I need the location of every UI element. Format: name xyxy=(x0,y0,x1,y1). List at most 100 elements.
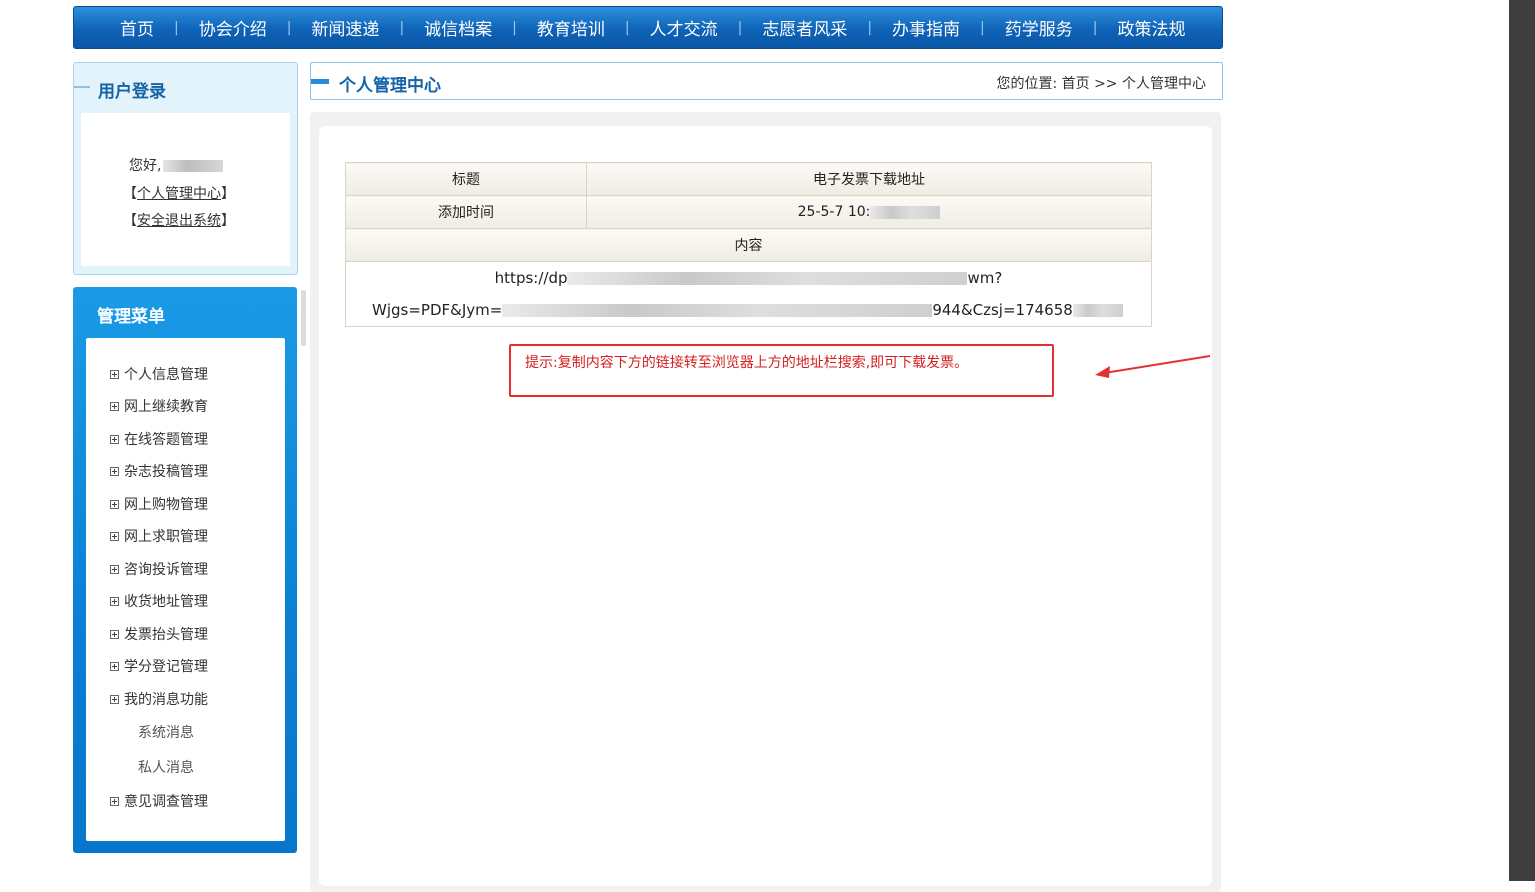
expand-plus-icon xyxy=(110,531,119,541)
content-line-1: https://dp wm? xyxy=(346,262,1151,294)
annotation-arrow-icon xyxy=(1095,355,1211,378)
breadcrumb: 您的位置: 首页 >> 个人管理中心 xyxy=(996,73,1206,93)
content-link-cell[interactable]: https://dp wm? Wjgs=PDF&Jym= 944&Czsj=1746… xyxy=(345,261,1152,327)
menu-item-label: 网上继续教育 xyxy=(124,399,208,415)
menu-item-consult[interactable]: 咨询投诉管理 xyxy=(110,559,208,579)
menu-item-address[interactable]: 收货地址管理 xyxy=(110,591,208,611)
table-row: 添加时间 25-5-7 10: xyxy=(345,195,1152,229)
bracket-open: 【 xyxy=(123,213,137,229)
time-label: 添加时间 xyxy=(345,195,587,229)
nav-link[interactable]: 办事指南 xyxy=(872,15,980,40)
blurred-link-part xyxy=(1072,304,1123,317)
expand-plus-icon xyxy=(110,369,119,379)
menu-item-label: 网上求职管理 xyxy=(124,529,208,545)
time-value-cell: 25-5-7 10: xyxy=(586,195,1152,229)
table-row: 内容 xyxy=(345,228,1152,262)
nav-link[interactable]: 协会介绍 xyxy=(179,15,287,40)
sub-item-private-messages[interactable]: 私人消息 xyxy=(138,757,194,777)
title-label: 标题 xyxy=(345,162,587,196)
window-edge-strip xyxy=(1509,0,1535,881)
nav-link[interactable]: 诚信档案 xyxy=(404,15,512,40)
blurred-link-part xyxy=(502,304,933,317)
nav-link[interactable]: 志愿者风采 xyxy=(742,15,867,40)
breadcrumb-prefix: 您的位置: xyxy=(996,76,1058,92)
scrollbar[interactable] xyxy=(301,290,306,346)
menu-item-label: 学分登记管理 xyxy=(124,659,208,675)
breadcrumb-separator: >> xyxy=(1094,76,1118,92)
expand-plus-icon xyxy=(110,564,119,574)
nav-link[interactable]: 新闻速递 xyxy=(291,15,399,40)
top-nav: 首页 | 协会介绍 | 新闻速递 | 诚信档案 | 教育培训 | 人才交流 | 志愿者风采 |… xyxy=(73,6,1223,49)
menu-item-magazine[interactable]: 杂志投稿管理 xyxy=(110,461,208,481)
nav-item-news: 新闻速递 | xyxy=(291,7,404,48)
logout-link[interactable]: 安全退出系统 xyxy=(137,213,221,229)
blurred-username xyxy=(163,160,224,172)
menu-item-label: 咨询投诉管理 xyxy=(124,562,208,578)
table-row: 标题 电子发票下载地址 xyxy=(345,162,1152,196)
expand-plus-icon xyxy=(110,466,119,476)
nav-link[interactable]: 药学服务 xyxy=(985,15,1093,40)
menu-item-survey[interactable]: 意见调查管理 xyxy=(110,791,208,811)
bracket-open: 【 xyxy=(123,186,137,202)
expand-plus-icon xyxy=(110,694,119,704)
nav-item-pharmacy: 药学服务 | xyxy=(985,7,1098,48)
menu-inner: 个人信息管理 网上继续教育 在线答题管理 杂志投稿管理 网上购物管理 网上求职管… xyxy=(86,338,285,841)
expand-plus-icon xyxy=(110,629,119,639)
management-menu: 管理菜单 个人信息管理 网上继续教育 在线答题管理 杂志投稿管理 网上购物管理 … xyxy=(73,287,297,853)
menu-item-personal-info[interactable]: 个人信息管理 xyxy=(110,364,208,384)
bracket-close: 】 xyxy=(221,213,235,229)
login-panel: 用户登录 您好, 【个人管理中心】 【安全退出系统】 xyxy=(73,62,298,275)
menu-item-label: 收货地址管理 xyxy=(124,594,208,610)
nav-link[interactable]: 首页 xyxy=(74,15,174,40)
hint-text: 提示:复制内容下方的链接转至浏览器上方的地址栏搜索,即可下载发票。 xyxy=(525,355,969,371)
menu-item-job[interactable]: 网上求职管理 xyxy=(110,526,208,546)
nav-link[interactable]: 政策法规 xyxy=(1097,15,1205,40)
content-header: 个人管理中心 您的位置: 首页 >> 个人管理中心 xyxy=(310,62,1223,100)
nav-link[interactable]: 教育培训 xyxy=(517,15,625,40)
personal-center-link-wrap: 【个人管理中心】 xyxy=(123,183,235,203)
nav-item-about: 协会介绍 | xyxy=(179,7,292,48)
greeting-text: 您好, xyxy=(129,158,162,174)
menu-title: 管理菜单 xyxy=(97,307,165,327)
header-mark xyxy=(311,79,329,84)
nav-item-talent: 人才交流 | xyxy=(630,7,743,48)
menu-item-credits[interactable]: 学分登记管理 xyxy=(110,656,208,676)
expand-plus-icon xyxy=(110,401,119,411)
menu-item-messages[interactable]: 我的消息功能 xyxy=(110,689,208,709)
expand-plus-icon xyxy=(110,596,119,606)
title-mark xyxy=(74,86,90,88)
personal-center-link[interactable]: 个人管理中心 xyxy=(137,186,221,202)
menu-item-label: 我的消息功能 xyxy=(124,692,208,708)
blurred-time xyxy=(870,205,941,219)
sub-item-system-messages[interactable]: 系统消息 xyxy=(138,722,194,742)
content-line-2-mid: 944&Czsj=174658 xyxy=(932,301,1073,319)
login-title: 用户登录 xyxy=(98,82,166,102)
expand-plus-icon xyxy=(110,661,119,671)
menu-item-label: 发票抬头管理 xyxy=(124,627,208,643)
menu-item-label: 杂志投稿管理 xyxy=(124,464,208,480)
content-line-2-start: Wjgs=PDF&Jym= xyxy=(372,301,503,319)
expand-plus-icon xyxy=(110,796,119,806)
nav-item-integrity: 诚信档案 | xyxy=(404,7,517,48)
menu-item-continuing-education[interactable]: 网上继续教育 xyxy=(110,396,208,416)
menu-item-label: 在线答题管理 xyxy=(124,432,208,448)
logout-link-wrap: 【安全退出系统】 xyxy=(123,210,235,230)
hint-box: 提示:复制内容下方的链接转至浏览器上方的地址栏搜索,即可下载发票。 xyxy=(509,344,1054,397)
breadcrumb-home-link[interactable]: 首页 xyxy=(1062,76,1090,92)
nav-item-policy: 政策法规 xyxy=(1097,7,1205,48)
page-title: 个人管理中心 xyxy=(339,76,441,96)
menu-item-shopping[interactable]: 网上购物管理 xyxy=(110,494,208,514)
nav-item-guide: 办事指南 | xyxy=(872,7,985,48)
menu-item-invoice-title[interactable]: 发票抬头管理 xyxy=(110,624,208,644)
login-inner: 您好, 【个人管理中心】 【安全退出系统】 xyxy=(81,113,290,266)
nav-link[interactable]: 人才交流 xyxy=(630,15,738,40)
content-line-2: Wjgs=PDF&Jym= 944&Czsj=174658 xyxy=(346,294,1151,326)
greeting: 您好, xyxy=(129,155,224,175)
menu-item-online-quiz[interactable]: 在线答题管理 xyxy=(110,429,208,449)
message-detail-table: 标题 电子发票下载地址 添加时间 25-5-7 10: 内容 https://d… xyxy=(345,162,1152,327)
title-value: 电子发票下载地址 xyxy=(586,162,1152,196)
content-label: 内容 xyxy=(345,228,1152,262)
content-line-1-end: wm? xyxy=(967,269,1003,287)
menu-item-label: 个人信息管理 xyxy=(124,367,208,383)
blurred-link-part xyxy=(567,272,968,285)
